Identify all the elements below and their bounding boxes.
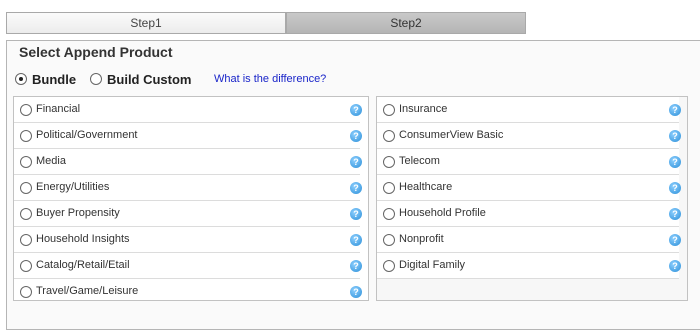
list-item[interactable]: Insurance? bbox=[377, 97, 681, 123]
list-item[interactable]: Nonprofit? bbox=[377, 227, 681, 253]
product-radio[interactable] bbox=[383, 208, 395, 220]
product-list-left: Financial? Political/Government? Media? … bbox=[13, 96, 369, 301]
product-label: Political/Government bbox=[36, 129, 138, 141]
product-radio[interactable] bbox=[383, 156, 395, 168]
help-icon[interactable]: ? bbox=[350, 286, 362, 298]
product-radio[interactable] bbox=[20, 182, 32, 194]
product-label: Travel/Game/Leisure bbox=[36, 285, 139, 297]
help-icon[interactable]: ? bbox=[669, 208, 681, 220]
product-radio[interactable] bbox=[20, 156, 32, 168]
build-custom-radio[interactable] bbox=[90, 73, 102, 85]
product-label: Healthcare bbox=[399, 181, 453, 193]
help-icon[interactable]: ? bbox=[669, 182, 681, 194]
product-radio[interactable] bbox=[20, 234, 32, 246]
list-item[interactable]: Healthcare? bbox=[377, 175, 681, 201]
help-icon[interactable]: ? bbox=[350, 130, 362, 142]
product-list-right: Insurance? ConsumerView Basic? Telecom? … bbox=[376, 96, 688, 301]
help-icon[interactable]: ? bbox=[669, 130, 681, 142]
help-icon[interactable]: ? bbox=[669, 156, 681, 168]
append-product-panel: Select Append Product Bundle Build Custo… bbox=[6, 40, 700, 330]
product-label: Telecom bbox=[399, 155, 440, 167]
list-item[interactable]: Digital Family? bbox=[377, 253, 681, 279]
list-item[interactable]: Household Profile? bbox=[377, 201, 681, 227]
build-custom-label: Build Custom bbox=[107, 72, 192, 87]
product-label: Energy/Utilities bbox=[36, 181, 110, 193]
help-icon[interactable]: ? bbox=[350, 234, 362, 246]
product-radio[interactable] bbox=[383, 104, 395, 116]
list-item[interactable]: Political/Government? bbox=[14, 123, 362, 149]
panel-title: Select Append Product bbox=[19, 44, 173, 60]
product-label: Financial bbox=[36, 103, 81, 115]
product-label: Household Insights bbox=[36, 233, 130, 245]
list-item[interactable]: Catalog/Retail/Etail? bbox=[14, 253, 362, 279]
product-radio[interactable] bbox=[20, 286, 32, 298]
list-item[interactable]: ConsumerView Basic? bbox=[377, 123, 681, 149]
product-radio[interactable] bbox=[20, 260, 32, 272]
list-item[interactable]: Financial? bbox=[14, 97, 362, 123]
step-tabs: Step1 Step2 bbox=[6, 12, 526, 34]
product-radio[interactable] bbox=[383, 234, 395, 246]
help-icon[interactable]: ? bbox=[669, 234, 681, 246]
product-label: Buyer Propensity bbox=[36, 207, 120, 219]
help-icon[interactable]: ? bbox=[669, 104, 681, 116]
product-radio[interactable] bbox=[383, 260, 395, 272]
help-icon[interactable]: ? bbox=[350, 156, 362, 168]
help-icon[interactable]: ? bbox=[350, 182, 362, 194]
product-label: Household Profile bbox=[399, 207, 486, 219]
product-radio[interactable] bbox=[20, 130, 32, 142]
product-label: Catalog/Retail/Etail bbox=[36, 259, 130, 271]
product-radio[interactable] bbox=[383, 130, 395, 142]
tab-step2[interactable]: Step2 bbox=[286, 12, 526, 34]
bundle-radio[interactable] bbox=[15, 73, 27, 85]
list-item[interactable]: Household Insights? bbox=[14, 227, 362, 253]
help-icon[interactable]: ? bbox=[350, 104, 362, 116]
list-item[interactable]: Buyer Propensity? bbox=[14, 201, 362, 227]
list-item[interactable]: Telecom? bbox=[377, 149, 681, 175]
tab-step1[interactable]: Step1 bbox=[6, 12, 286, 34]
product-radio[interactable] bbox=[20, 208, 32, 220]
product-label: Digital Family bbox=[399, 259, 466, 271]
product-label: ConsumerView Basic bbox=[399, 129, 504, 141]
product-label: Media bbox=[36, 155, 66, 167]
help-icon[interactable]: ? bbox=[669, 260, 681, 272]
bundle-label: Bundle bbox=[32, 72, 77, 87]
difference-link[interactable]: What is the difference? bbox=[214, 73, 326, 85]
help-icon[interactable]: ? bbox=[350, 260, 362, 272]
list-item[interactable]: Media? bbox=[14, 149, 362, 175]
product-label: Nonprofit bbox=[399, 233, 444, 245]
list-item[interactable]: Travel/Game/Leisure? bbox=[14, 279, 362, 300]
product-radio[interactable] bbox=[20, 104, 32, 116]
product-label: Insurance bbox=[399, 103, 448, 115]
product-radio[interactable] bbox=[383, 182, 395, 194]
list-item[interactable]: Energy/Utilities? bbox=[14, 175, 362, 201]
help-icon[interactable]: ? bbox=[350, 208, 362, 220]
